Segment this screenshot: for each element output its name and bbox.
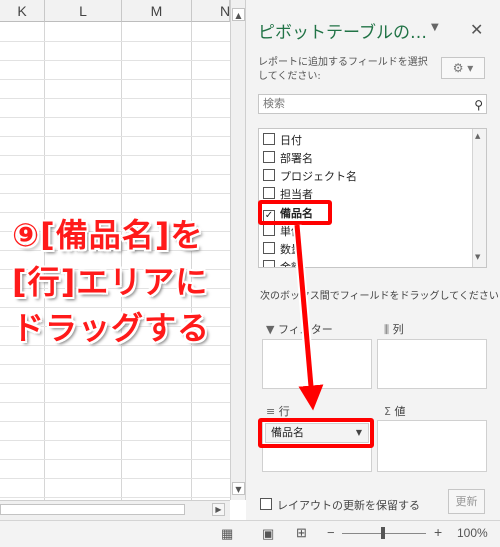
annotation-line-3: ドラッグする	[12, 309, 211, 347]
annotation-line-2: [行]エリアに	[12, 263, 209, 301]
annotation-line-1: ⑨[備品名]を	[12, 216, 204, 254]
